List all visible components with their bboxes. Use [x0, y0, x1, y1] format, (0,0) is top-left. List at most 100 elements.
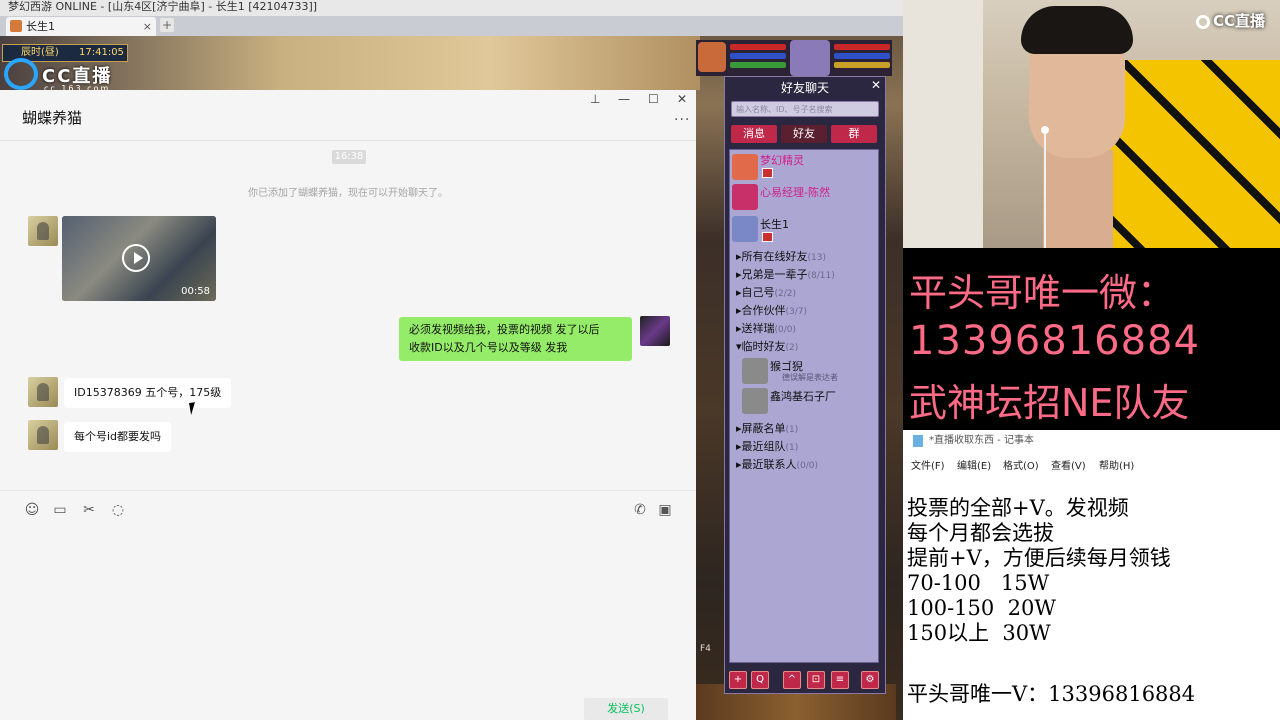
player-portrait[interactable]	[790, 40, 830, 76]
group-label: 兄弟是一辈子	[741, 268, 808, 281]
home-icon	[762, 232, 773, 242]
webcam-neck	[1043, 150, 1113, 248]
player-hp-bar	[834, 44, 890, 50]
game-tab-icon	[10, 20, 22, 32]
video-message[interactable]: 00:58	[62, 216, 216, 301]
friend-panel-close-icon[interactable]: ✕	[871, 78, 881, 92]
maximize-button[interactable]: ☐	[648, 92, 659, 106]
group-label: 合作伙伴	[741, 304, 786, 317]
reply-bubble[interactable]: 每个号id都要发吗	[64, 422, 172, 452]
friend-search-input[interactable]: 输入名称、ID、号子名搜索	[731, 101, 879, 117]
promo-line: 武神坛招NE队友	[909, 381, 1190, 425]
friend-group-xiangrui[interactable]: ▸送祥瑞(0/0)	[736, 320, 796, 336]
friend-name[interactable]: 心易经理-陈然	[760, 184, 830, 200]
notepad-line: 100-150 20W	[907, 596, 1056, 620]
friend-group-recent-team[interactable]: ▸最近组队(1)	[736, 438, 798, 454]
menu-view[interactable]: 查看(V)	[1051, 457, 1086, 472]
friend-avatar[interactable]	[732, 154, 758, 180]
promo-line: 平头哥唯一微：	[909, 271, 1176, 315]
pet-portrait[interactable]	[698, 42, 726, 72]
friend-group-temporary[interactable]: ▾临时好友(2)	[736, 338, 798, 354]
group-count: (2)	[785, 343, 799, 353]
friend-name[interactable]: 鑫鸿基石子厂	[770, 388, 836, 404]
scroll-up-button[interactable]: ^	[783, 671, 801, 689]
my-message-line: 必须发视频给我，投票的视频 发了以后	[409, 323, 600, 336]
system-message: 你已添加了蝴蝶养猫，现在可以开始聊天了。	[248, 188, 448, 199]
cc-logo-icon	[4, 58, 38, 90]
friend-group-blocked[interactable]: ▸屏蔽名单(1)	[736, 420, 798, 436]
contact-avatar[interactable]	[28, 377, 58, 407]
hotkey-label: F4	[700, 644, 711, 654]
group-label: 最近联系人	[741, 458, 797, 471]
notepad-line: 70-100 15W	[907, 571, 1050, 595]
game-title-text: 梦幻西游 ONLINE - [山东4区[济宁曲阜] - 长生1 [4210473…	[8, 0, 318, 13]
play-icon[interactable]	[122, 244, 150, 272]
game-tab-label: 长生1	[26, 20, 55, 33]
notepad-line: 每个月都会选拔	[907, 521, 1054, 545]
send-button[interactable]: 发送(S)	[584, 698, 668, 720]
contact-avatar[interactable]	[28, 420, 58, 450]
friend-group-partners[interactable]: ▸合作伙伴(3/7)	[736, 302, 807, 318]
home-icon	[762, 168, 773, 178]
cc-logo-icon	[1196, 15, 1210, 29]
notepad-window: *直播收取东西 - 记事本 文件(F) 编辑(E) 格式(O) 查看(V) 帮助…	[903, 430, 1280, 720]
my-message-bubble[interactable]: 必须发视频给我，投票的视频 发了以后 收款ID以及几个号以及等级 发我	[399, 317, 632, 361]
menu-file[interactable]: 文件(F)	[911, 457, 945, 472]
settings-button[interactable]: ⚙	[861, 671, 879, 689]
scissors-icon[interactable]: ✂	[81, 502, 97, 518]
tab-friends[interactable]: 好友	[781, 125, 827, 143]
game-tab-close-icon[interactable]: ×	[143, 17, 152, 36]
friend-group-own-accounts[interactable]: ▸自己号(2/2)	[736, 284, 796, 300]
friend-group-brothers[interactable]: ▸兄弟是一辈子(8/11)	[736, 266, 835, 282]
chat-history-icon[interactable]: ◌	[110, 502, 126, 518]
menu-edit[interactable]: 编辑(E)	[957, 457, 991, 472]
list-button[interactable]: ≡	[831, 671, 849, 689]
webcam-hair	[1021, 6, 1133, 54]
friend-group-recent-contacts[interactable]: ▸最近联系人(0/0)	[736, 456, 818, 472]
menu-help[interactable]: 帮助(H)	[1099, 457, 1134, 472]
game-tab[interactable]: 长生1 ×	[6, 17, 156, 36]
friend-group-all-online[interactable]: ▸所有在线好友(13)	[736, 248, 826, 264]
group-count: (0/0)	[796, 461, 819, 471]
notepad-text-area[interactable]: 投票的全部+V。发视频 每个月都会选拔 提前+V，方便后续每月领钱 70-100…	[907, 496, 1277, 646]
minimize-button[interactable]: —	[618, 92, 630, 106]
friend-chat-panel: 好友聊天 ✕ 输入名称、ID、号子名搜索 消息 好友 群 梦幻精灵 心易经理-陈…	[724, 76, 886, 694]
reply-bubble[interactable]: ID15378369 五个号，175级	[64, 378, 232, 408]
phone-icon[interactable]: ✆	[632, 502, 648, 518]
emoji-icon[interactable]: ☺	[24, 502, 40, 518]
reply-text: 每个号id都要发吗	[74, 430, 162, 443]
chat-contact-name[interactable]: 蝴蝶养猫	[22, 107, 82, 128]
menu-format[interactable]: 格式(O)	[1003, 457, 1039, 472]
group-count: (1)	[785, 443, 799, 453]
earbud-icon	[1041, 126, 1049, 134]
time-divider: 16:38	[332, 150, 366, 164]
tab-messages[interactable]: 消息	[731, 125, 777, 143]
friend-avatar[interactable]	[742, 358, 768, 384]
group-label: 屏蔽名单	[741, 422, 786, 435]
search-friend-button[interactable]: Q	[751, 671, 769, 689]
notepad-icon	[913, 435, 923, 447]
friend-avatar[interactable]	[732, 184, 758, 210]
contact-avatar[interactable]	[28, 216, 58, 246]
earbud-wire	[1044, 134, 1046, 248]
group-count: (3/7)	[785, 307, 808, 317]
friend-name[interactable]: 梦幻精灵	[760, 152, 804, 168]
history-button[interactable]: ⊡	[807, 671, 825, 689]
friend-name[interactable]: 长生1	[760, 216, 789, 232]
friend-avatar[interactable]	[732, 216, 758, 242]
player-sp-bar	[834, 62, 890, 68]
tab-groups[interactable]: 群	[831, 125, 877, 143]
more-options-icon[interactable]: ···	[674, 112, 690, 128]
my-avatar[interactable]	[640, 316, 670, 346]
add-friend-button[interactable]: +	[729, 671, 747, 689]
pin-icon[interactable]: ⊥	[590, 92, 600, 106]
group-count: (13)	[807, 253, 827, 263]
cc-watermark-logo: CC直播 cc.163.com	[4, 58, 140, 94]
video-call-icon[interactable]: ▣	[657, 502, 673, 518]
new-tab-button[interactable]: +	[160, 18, 174, 32]
friend-avatar[interactable]	[742, 388, 768, 414]
close-button[interactable]: ✕	[677, 92, 687, 106]
folder-icon[interactable]: ▭	[52, 502, 68, 518]
notepad-line: 投票的全部+V。发视频	[907, 496, 1129, 520]
message-input[interactable]	[0, 526, 696, 696]
